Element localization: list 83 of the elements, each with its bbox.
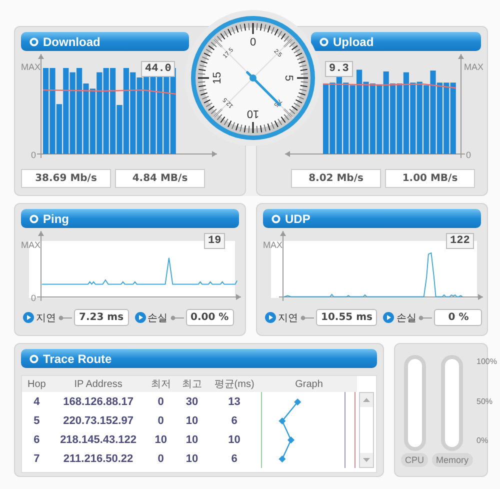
dial-label: 0 [250, 36, 256, 48]
table-cell: 6 [208, 449, 261, 468]
scroll-up-button[interactable] [360, 393, 373, 407]
speed-reading: 4.84 MB/s [115, 169, 205, 188]
column-header: 최고 [176, 376, 208, 392]
ring-icon [29, 214, 39, 224]
meter-label: Memory [432, 453, 473, 467]
axis-label: 0 [466, 150, 472, 160]
table-cell-text: 5 [32, 414, 41, 428]
stat-label: 지연 [278, 312, 298, 324]
connector-icon [58, 314, 72, 320]
dial-label: 10 [246, 108, 260, 120]
scale-label: 50% [476, 396, 494, 406]
speed-reading: 1.00 MB/s [385, 169, 475, 188]
panel-title: UDP [285, 212, 310, 226]
stat-label: 손실 [396, 312, 416, 324]
meter-label: CPU [401, 453, 428, 467]
table-cell: 4 [22, 392, 52, 411]
ring-icon [271, 214, 281, 224]
table-cell-text: 10 [184, 432, 200, 448]
ring-icon [29, 36, 39, 46]
table-cell-text: 6 [32, 432, 41, 448]
connector-icon [170, 314, 184, 320]
dial-label: 15 [212, 72, 224, 84]
down-arrow-icon [363, 458, 370, 462]
table-cell-text: 220.73.152.97 [62, 414, 134, 428]
column-header: IP Address [51, 376, 146, 392]
scale-label: 100% [476, 357, 497, 366]
table-cell-text: 10 [184, 414, 200, 428]
panel-title: Trace Route [43, 352, 112, 366]
connector-icon [418, 314, 432, 320]
speed-reading: 8.02 Mb/s [291, 169, 381, 188]
table-cell-text: 10 [184, 452, 200, 466]
axis-label: MAX [263, 240, 283, 250]
table-cell: 10 [208, 430, 261, 449]
play-icon [383, 312, 394, 323]
play-icon [23, 312, 34, 323]
ring-icon [319, 36, 329, 46]
axis-label: MAX [464, 62, 483, 72]
axis-label: 0 [31, 293, 36, 303]
axis-label: MAX [21, 62, 41, 72]
stat-value: 10.55 ms [316, 309, 378, 326]
stat-value: 0.00 % [186, 309, 234, 326]
panel-title: Download [43, 34, 100, 48]
axis-label: MAX [21, 240, 41, 250]
table-cell-text: 0 [156, 452, 165, 466]
play-icon [265, 312, 276, 323]
latency-graph-drawing [278, 398, 302, 463]
peak-value: 44.0 [141, 61, 176, 77]
column-header: Hop [22, 376, 52, 392]
table-cell: 6 [208, 411, 261, 430]
column-header: 최저 [145, 376, 176, 392]
dial-label: 5 [282, 74, 294, 82]
table-cell-text: 7 [32, 452, 41, 466]
column-header: 평균(ms) [208, 376, 261, 392]
scrollbar[interactable] [359, 392, 374, 468]
table-cell: 13 [208, 392, 261, 411]
ring-icon [29, 354, 39, 364]
stat-label: 손실 [148, 312, 168, 324]
speed-reading: 38.69 Mb/s [21, 169, 111, 188]
table-cell-text: 10 [154, 432, 168, 448]
table-cell-text: 211.216.50.22 [62, 452, 134, 466]
axis-label: 0 [31, 150, 36, 160]
table-cell-text: 218.145.43.122 [59, 432, 138, 448]
up-arrow-icon [363, 398, 370, 402]
peak-value: 9.3 [325, 61, 353, 77]
play-icon [134, 312, 146, 323]
stat-label: 지연 [36, 312, 56, 324]
panel-title: Ping [43, 212, 69, 226]
column-header: Graph [261, 376, 357, 392]
stat-value: 7.23 ms [74, 309, 129, 326]
table-cell-text: 0 [156, 414, 165, 428]
connector-icon [300, 314, 314, 320]
panel-title: Upload [333, 34, 374, 48]
gauge-needle [246, 71, 282, 106]
stat-value: 0 % [434, 309, 482, 326]
table-cell: 30 [176, 392, 208, 411]
peak-value: 122 [446, 233, 474, 249]
table-cell: 168.126.88.17 [51, 392, 146, 411]
scale-label: 0% [476, 436, 490, 445]
table-cell: 0 [145, 392, 176, 411]
scroll-down-button[interactable] [360, 453, 373, 467]
peak-value: 19 [204, 233, 226, 249]
